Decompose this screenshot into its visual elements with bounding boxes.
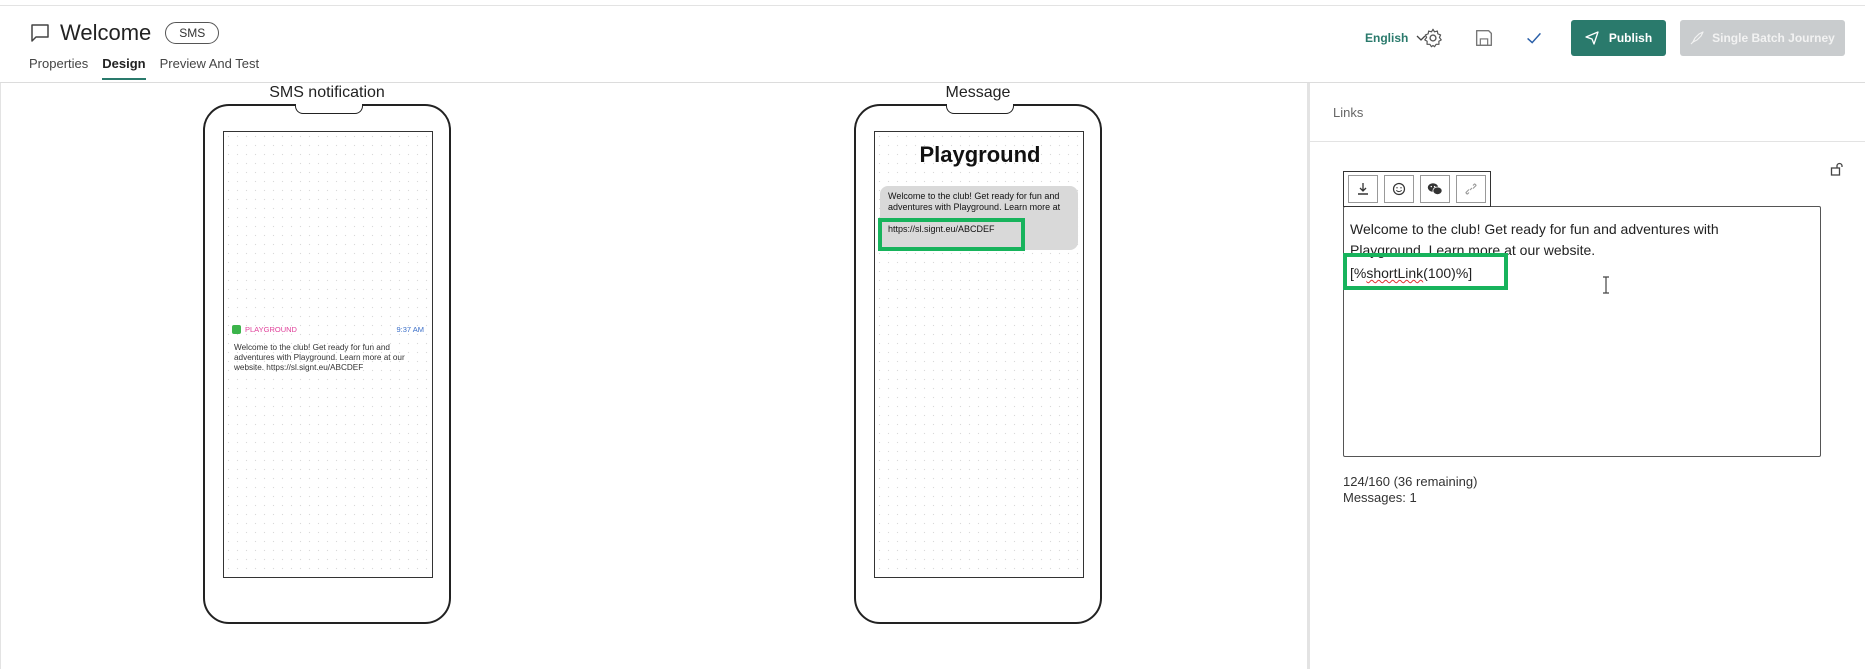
page-title: Welcome (60, 20, 152, 45)
message-bubble-text: Welcome to the club! Get ready for fun a… (888, 191, 1061, 212)
save-icon[interactable] (1473, 27, 1495, 49)
message-sender-title: Playground (919, 142, 1041, 167)
emoji-button[interactable] (1384, 175, 1414, 203)
link-icon (1465, 183, 1477, 195)
gear-icon[interactable] (1422, 27, 1444, 49)
publish-label: Publish (1608, 31, 1653, 45)
message-phone-frame: Playground Welcome to the club! Get read… (854, 104, 1102, 624)
chat-icon (31, 24, 49, 42)
wechat-icon (1427, 183, 1443, 195)
notification-app-name: PLAYGROUND (245, 325, 297, 334)
messages-count: Messages: 1 (1343, 490, 1417, 505)
phone-notch (946, 104, 1014, 114)
notification-header: PLAYGROUND 9:37 AM (232, 325, 424, 334)
tab-properties[interactable]: Properties (29, 56, 88, 80)
link-highlight-box (878, 218, 1025, 251)
wechat-button[interactable] (1420, 175, 1450, 203)
panel-divider (1307, 83, 1310, 669)
header: Welcome SMS Properties Design Preview An… (0, 6, 1865, 83)
batch-label: Single Batch Journey (1712, 31, 1835, 45)
links-panel-title: Links (1333, 105, 1364, 120)
message-preview-label: Message (945, 84, 1011, 101)
single-batch-journey-button[interactable]: Single Batch Journey (1680, 20, 1845, 56)
editor-toolbar (1343, 171, 1491, 207)
message-app-icon (232, 325, 241, 334)
rocket-icon (1690, 31, 1704, 45)
tab-design[interactable]: Design (102, 56, 146, 80)
sms-preview-label: SMS notification (269, 84, 385, 101)
links-panel-header: Links (1310, 83, 1865, 142)
insert-field-button[interactable] (1348, 175, 1378, 203)
counter-text: 124/160 (36 remaining) (1343, 474, 1478, 489)
publish-button[interactable]: Publish (1571, 20, 1666, 56)
preview-area: SMS notification PLAYGROUND 9:37 AM Welc… (0, 83, 1307, 669)
smiley-icon (1392, 182, 1406, 196)
sms-content-editor[interactable]: Welcome to the club! Get ready for fun a… (1343, 206, 1821, 457)
notification-time: 9:37 AM (396, 325, 424, 334)
link-button[interactable] (1456, 175, 1486, 203)
notification-app: PLAYGROUND (232, 325, 297, 334)
notification-body: Welcome to the club! Get ready for fun a… (234, 343, 405, 372)
tab-preview-and-test[interactable]: Preview And Test (160, 56, 259, 80)
send-icon (1585, 31, 1599, 45)
shortlink-highlight-box (1343, 253, 1508, 290)
insert-field-icon (1358, 183, 1368, 195)
phone-notch (295, 104, 363, 114)
sms-phone-frame: PLAYGROUND 9:37 AM Welcome to the club! … (203, 104, 451, 624)
character-counter: 124/160 (36 remaining) Messages: 1 (1343, 474, 1477, 506)
tabs: Properties Design Preview And Test (29, 56, 273, 80)
message-phone-screen: Playground Welcome to the club! Get read… (874, 131, 1084, 578)
unlock-icon[interactable] (1830, 162, 1844, 176)
title-row: Welcome SMS (30, 20, 220, 46)
sms-notification: PLAYGROUND 9:37 AM Welcome to the club! … (232, 325, 424, 373)
language-label: English (1365, 31, 1409, 45)
channel-badge: SMS (165, 22, 220, 44)
check-icon[interactable] (1523, 27, 1545, 49)
sms-phone-screen: PLAYGROUND 9:37 AM Welcome to the club! … (223, 131, 433, 578)
text-cursor-icon (1603, 276, 1609, 294)
language-selector[interactable]: English (1365, 31, 1426, 45)
